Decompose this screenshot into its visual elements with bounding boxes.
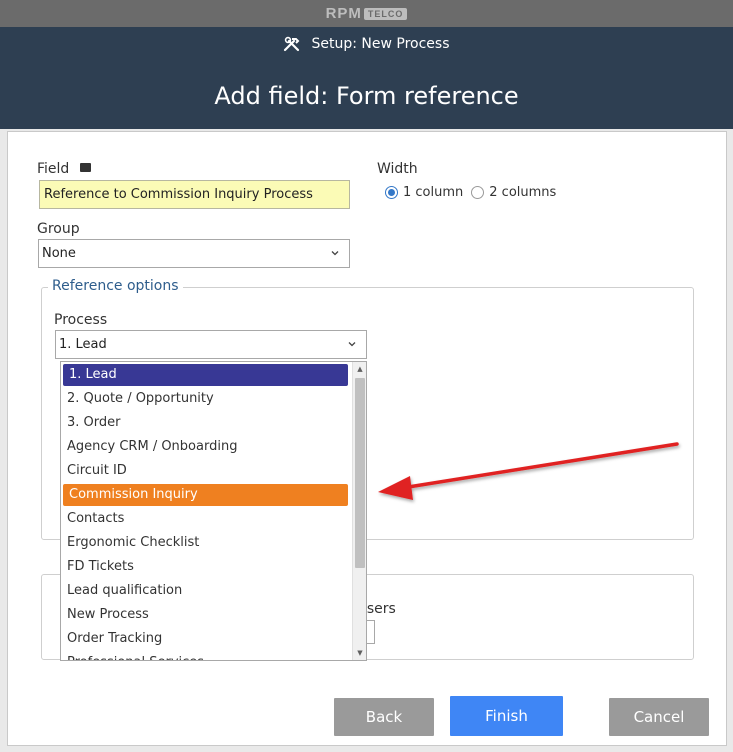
dropdown-item-ergonomic-checklist[interactable]: Ergonomic Checklist (61, 532, 352, 554)
chevron-down-icon (348, 342, 356, 347)
dropdown-item-circuit-id[interactable]: Circuit ID (61, 460, 352, 482)
back-button[interactable]: Back (334, 698, 434, 736)
edit-icon[interactable] (79, 162, 91, 172)
process-select[interactable]: 1. Lead (55, 330, 367, 359)
dropdown-item-lead-qualification[interactable]: Lead qualification (61, 580, 352, 602)
finish-button[interactable]: Finish (450, 696, 563, 736)
group-select[interactable]: None (38, 239, 350, 268)
cancel-button[interactable]: Cancel (609, 698, 709, 736)
width-label: Width (377, 161, 418, 177)
page-title: Add field: Form reference (214, 82, 519, 110)
width-1-column-radio[interactable] (385, 186, 398, 199)
dropdown-item-agency-crm[interactable]: Agency CRM / Onboarding (61, 436, 352, 458)
process-label: Process (54, 312, 108, 328)
dropdown-item-quote-opportunity[interactable]: 2. Quote / Opportunity (61, 388, 352, 410)
logo-main-text: RPM (325, 5, 362, 22)
dropdown-item-new-process[interactable]: New Process (61, 604, 352, 626)
dropdown-item-fd-tickets[interactable]: FD Tickets (61, 556, 352, 578)
page-header: Setup: New Process Add field: Form refer… (0, 27, 733, 129)
top-bar: RPM TELCO (0, 0, 733, 27)
form-panel: Field Reference to Commission Inquiry Pr… (7, 131, 727, 746)
group-label: Group (37, 221, 80, 237)
scroll-thumb[interactable] (355, 378, 365, 568)
dropdown-item-1-lead[interactable]: 1. Lead (63, 364, 348, 386)
process-dropdown-list[interactable]: 1. Lead 2. Quote / Opportunity 3. Order … (60, 361, 367, 661)
width-2-columns-label: 2 columns (489, 185, 557, 200)
breadcrumb-label: Setup: New Process (311, 36, 450, 52)
dropdown-item-contacts[interactable]: Contacts (61, 508, 352, 530)
field-name-input[interactable]: Reference to Commission Inquiry Process (39, 180, 350, 209)
reference-options-legend: Reference options (48, 278, 183, 294)
width-2-columns-radio[interactable] (471, 186, 485, 199)
scroll-down-icon[interactable]: ▼ (353, 646, 366, 660)
dropdown-item-professional-services[interactable]: Professional Services (61, 652, 352, 660)
tools-icon (283, 36, 301, 52)
group-select-value: None (42, 246, 76, 261)
logo-sub-text: TELCO (363, 7, 408, 20)
app-logo: RPM TELCO (326, 5, 408, 22)
process-select-value: 1. Lead (59, 337, 107, 352)
scroll-up-icon[interactable]: ▲ (353, 362, 366, 376)
width-radio-group: 1 column 2 columns (385, 185, 556, 200)
field-label: Field (37, 161, 91, 177)
users-select-edge[interactable] (367, 620, 375, 644)
breadcrumb: Setup: New Process (0, 36, 733, 52)
chevron-down-icon (331, 251, 339, 256)
dropdown-item-order-tracking[interactable]: Order Tracking (61, 628, 352, 650)
dropdown-item-commission-inquiry[interactable]: Commission Inquiry (63, 484, 348, 506)
dropdown-scrollbar[interactable]: ▲ ▼ (352, 362, 366, 660)
dropdown-item-order[interactable]: 3. Order (61, 412, 352, 434)
field-label-text: Field (37, 161, 70, 177)
width-1-column-label: 1 column (403, 185, 464, 200)
